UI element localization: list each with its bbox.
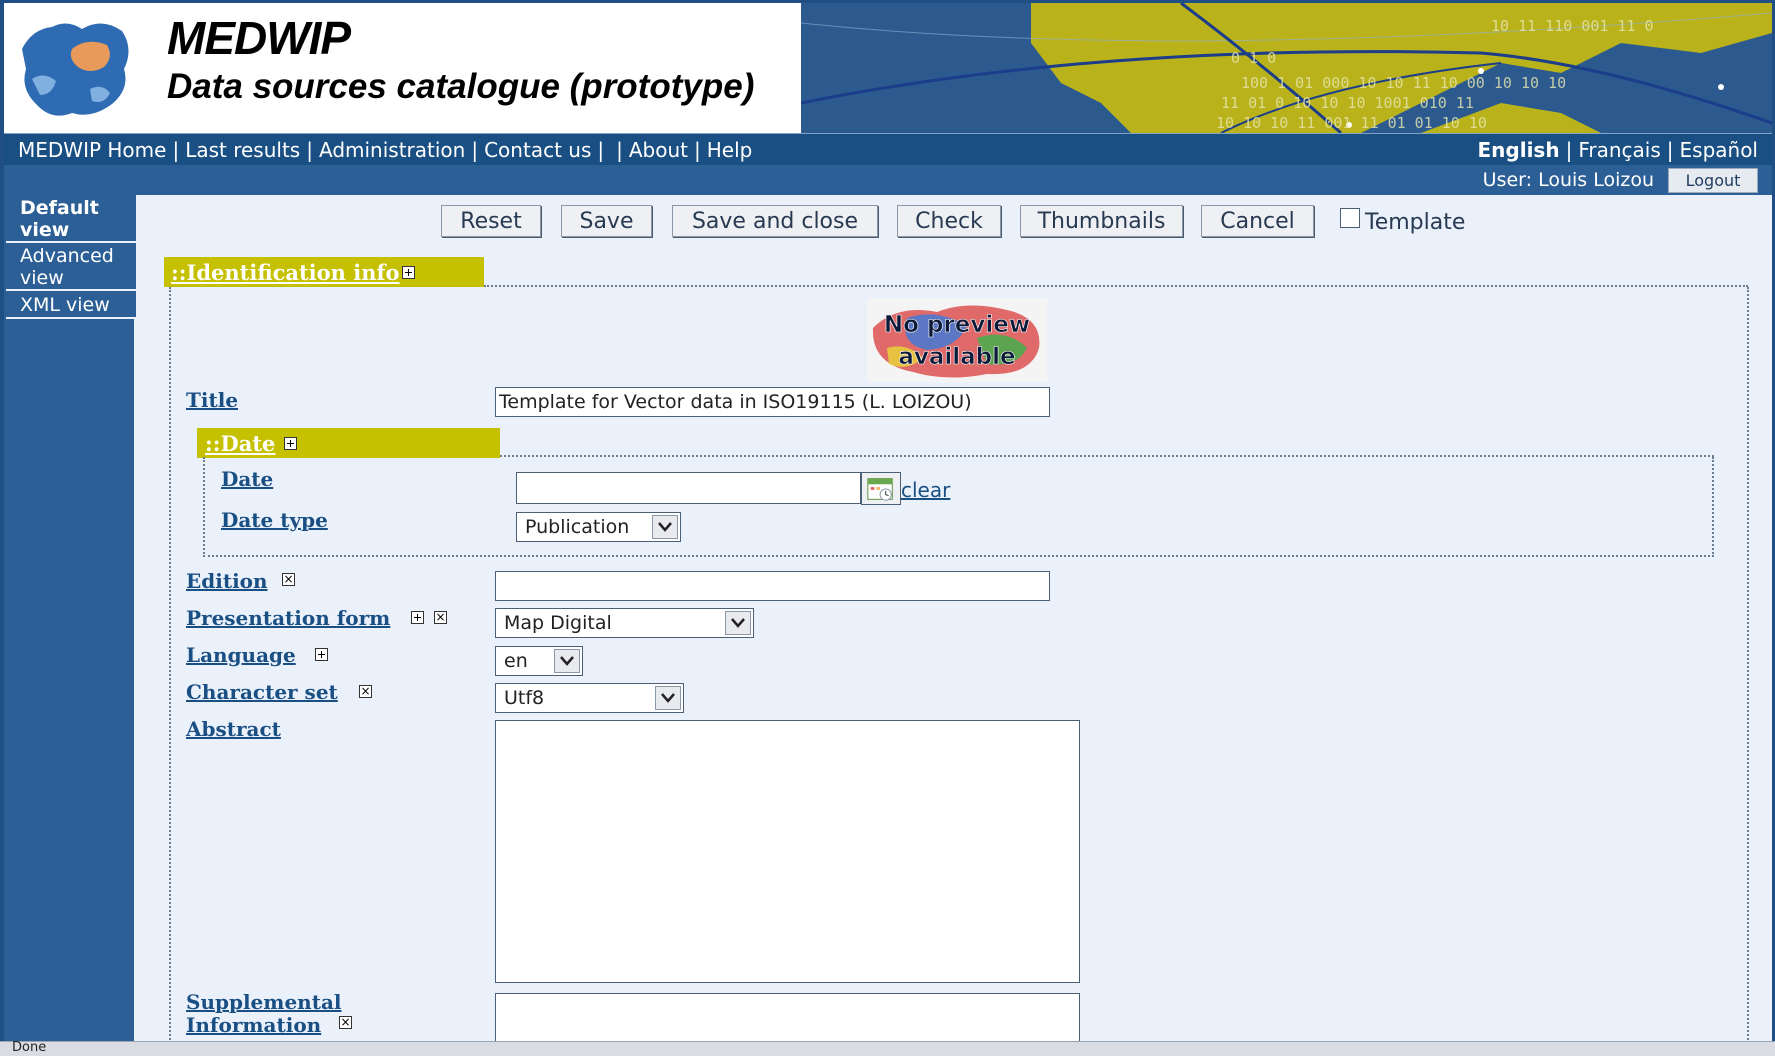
language-add-icon[interactable] (315, 648, 328, 661)
preview-text-line-2: available (898, 344, 1015, 370)
supplemental-information-label[interactable]: Supplemental Information (186, 991, 356, 1037)
nav-contact-link[interactable]: Contact us (484, 138, 591, 162)
presentation-form-add-icon[interactable] (411, 611, 424, 624)
supplemental-information-remove-icon[interactable]: × (339, 1016, 352, 1029)
date-expand-icon[interactable] (284, 437, 297, 450)
edition-label[interactable]: Edition (186, 570, 268, 593)
character-set-select[interactable]: Utf8 (495, 683, 684, 713)
lang-spanish-link[interactable]: Español (1680, 138, 1758, 162)
template-checkbox[interactable] (1340, 208, 1360, 228)
map-binary-text-3: 100 1 01 000 10 10 11 10 00 10 10 10 (1241, 74, 1566, 92)
browser-status-bar: Done (0, 1040, 1775, 1056)
date-clear-link[interactable]: clear (901, 478, 950, 502)
chevron-down-icon (652, 515, 678, 539)
date-type-select[interactable]: Publication (516, 512, 681, 542)
save-and-close-button[interactable]: Save and close (672, 205, 878, 237)
chevron-down-icon (554, 649, 580, 673)
map-binary-text-5: 10 10 10 11 001 11 01 01 10 10 (1216, 114, 1487, 132)
date-section-box (203, 457, 1714, 557)
date-type-label[interactable]: Date type (221, 509, 328, 532)
presentation-form-value: Map Digital (504, 612, 612, 634)
status-text: Done (12, 1040, 47, 1055)
identification-expand-icon[interactable] (402, 266, 415, 279)
user-name: User: Louis Loizou (1482, 169, 1654, 191)
browser-page: MEDWIP Data sources catalogue (prototype… (4, 3, 1772, 1041)
site-title: MEDWIP (167, 12, 351, 64)
thumbnails-button[interactable]: Thumbnails (1020, 205, 1183, 237)
identification-section-link[interactable]: ::Identification info (171, 260, 400, 285)
date-section-link[interactable]: ::Date (205, 431, 275, 456)
character-set-remove-icon[interactable]: × (359, 685, 372, 698)
banner-map-graphic: 10 11 110 001 11 0 0 1 0 100 1 01 000 10… (801, 3, 1772, 133)
supplemental-information-textarea[interactable] (495, 993, 1080, 1041)
main-nav: MEDWIP Home | Last results | Administration |… (4, 133, 1772, 165)
preview-text-line-1: No preview (884, 312, 1030, 338)
abstract-textarea[interactable] (495, 720, 1080, 983)
map-binary-text-1: 10 11 110 001 11 0 (1491, 17, 1654, 35)
chevron-down-icon (655, 686, 681, 710)
reset-button[interactable]: Reset (441, 205, 541, 237)
chevron-down-icon (725, 611, 751, 635)
date-label[interactable]: Date (221, 468, 273, 491)
calendar-icon[interactable] (861, 472, 901, 505)
nav-help-link[interactable]: Help (707, 138, 753, 162)
sidebar-item-advanced-view[interactable]: Advanced view (6, 243, 136, 291)
map-binary-text-2: 0 1 0 (1231, 49, 1276, 67)
language-value: en (504, 650, 528, 672)
title-label[interactable]: Title (186, 389, 238, 412)
view-sidebar (4, 195, 134, 1041)
date-input[interactable] (516, 472, 861, 504)
nav-about-link[interactable]: About (629, 138, 688, 162)
lang-english-link[interactable]: English (1478, 138, 1560, 162)
edition-remove-icon[interactable]: × (282, 573, 295, 586)
sidebar-item-xml-view[interactable]: XML view (6, 291, 136, 319)
presentation-form-select[interactable]: Map Digital (495, 608, 754, 638)
save-button[interactable]: Save (561, 205, 652, 237)
nav-last-results-link[interactable]: Last results (185, 138, 300, 162)
template-label: Template (1365, 210, 1466, 235)
map-binary-text-4: 11 01 0 10 10 10 1001 010 11 (1221, 94, 1474, 112)
language-select[interactable]: en (495, 646, 583, 676)
site-subtitle: Data sources catalogue (prototype) (167, 67, 755, 106)
language-label[interactable]: Language (186, 644, 296, 667)
presentation-form-remove-icon[interactable]: × (434, 611, 447, 624)
logout-button[interactable]: Logout (1668, 168, 1758, 193)
nav-administration-link[interactable]: Administration (319, 138, 465, 162)
presentation-form-label[interactable]: Presentation form (186, 607, 390, 630)
sidebar-item-default-view[interactable]: Default view (6, 195, 136, 243)
edition-input[interactable] (495, 571, 1050, 601)
nav-home-link[interactable]: MEDWIP Home (18, 138, 166, 162)
abstract-label[interactable]: Abstract (186, 718, 281, 741)
medwip-logo (12, 9, 142, 127)
cancel-button[interactable]: Cancel (1201, 205, 1314, 237)
date-type-value: Publication (525, 516, 630, 538)
character-set-label[interactable]: Character set (186, 681, 338, 704)
check-button[interactable]: Check (897, 205, 1001, 237)
user-bar: User: Louis Loizou Logout (4, 165, 1772, 195)
title-input[interactable]: Template for Vector data in ISO19115 (L.… (495, 387, 1050, 417)
character-set-value: Utf8 (504, 687, 545, 709)
no-preview-image: No preview available (867, 298, 1047, 382)
site-banner: MEDWIP Data sources catalogue (prototype… (4, 3, 1772, 133)
lang-french-link[interactable]: Français (1578, 138, 1660, 162)
